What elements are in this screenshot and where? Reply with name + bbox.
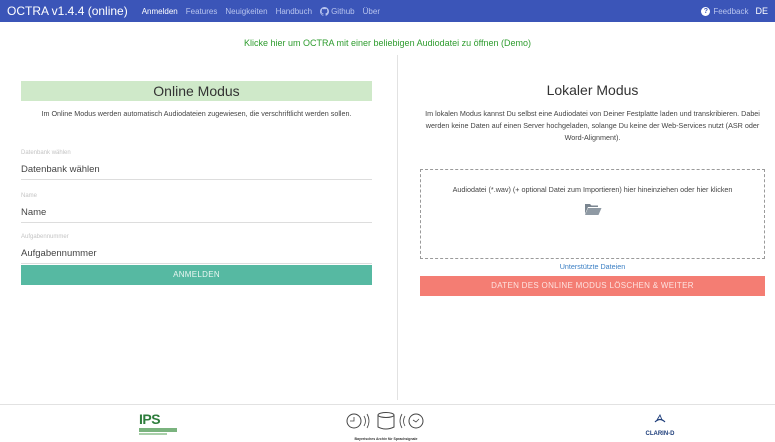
nav-item-anmelden[interactable]: Anmelden <box>142 7 178 16</box>
task-number-input[interactable]: Aufgabennummer <box>21 242 372 264</box>
language-selector[interactable]: DE <box>755 6 768 16</box>
demo-link[interactable]: Klicke hier um OCTRA mit einer beliebige… <box>0 38 775 48</box>
task-number-field[interactable]: Aufgabennummer Aufgabennummer <box>21 234 372 264</box>
name-field-label: Name <box>21 193 38 199</box>
online-mode-title: Online Modus <box>21 81 372 101</box>
nav-item-handbuch[interactable]: Handbuch <box>276 7 312 16</box>
app-brand[interactable]: OCTRA v1.4.4 (online) <box>7 4 128 18</box>
clarin-logo: CLARIN-D <box>640 412 680 440</box>
feedback-label: Feedback <box>713 6 749 16</box>
supported-files-link[interactable]: Unterstützte Dateien <box>420 262 765 271</box>
feedback-link[interactable]: ? Feedback <box>701 6 749 16</box>
local-mode-title: Lokaler Modus <box>546 82 639 98</box>
nav-item-features[interactable]: Features <box>186 7 218 16</box>
database-field-label: Datenbank wählen <box>21 150 71 156</box>
database-field[interactable]: Datenbank wählen Datenbank wählen <box>21 150 372 180</box>
database-select[interactable]: Datenbank wählen <box>21 158 372 180</box>
name-input[interactable]: Name <box>21 201 372 223</box>
name-field[interactable]: Name Name <box>21 193 372 223</box>
question-circle-icon: ? <box>701 6 711 16</box>
bas-logo-graphic <box>346 412 424 430</box>
login-button[interactable]: ANMELDEN <box>21 265 372 285</box>
clarin-logo-graphic <box>654 413 666 423</box>
ips-logo: IPS <box>139 412 179 438</box>
folder-open-icon <box>584 202 602 221</box>
bas-logo: Bayerisches Archiv für Sprachsignale <box>340 410 432 441</box>
footer-divider <box>0 404 775 405</box>
nav-item-ueber[interactable]: Über <box>363 7 380 16</box>
audio-dropzone[interactable]: Audiodatei (*.wav) (+ optional Datei zum… <box>420 169 765 259</box>
task-number-field-label: Aufgabennummer <box>21 234 69 240</box>
nav-item-neuigkeiten[interactable]: Neuigkeiten <box>225 7 267 16</box>
nav-item-github[interactable]: Github <box>320 6 355 16</box>
github-icon <box>320 6 330 16</box>
top-navbar: OCTRA v1.4.4 (online) Anmelden Features … <box>0 0 775 22</box>
bas-caption: Bayerisches Archiv für Sprachsignale <box>354 437 418 441</box>
local-mode-description: Im lokalen Modus kannst Du selbst eine A… <box>425 109 760 142</box>
delete-online-data-button[interactable]: DATEN DES ONLINE MODUS LÖSCHEN & WEITER <box>420 276 765 296</box>
column-divider <box>397 55 398 400</box>
nav-item-github-label: Github <box>331 6 355 16</box>
online-mode-description: Im Online Modus werden automatisch Audio… <box>41 109 352 118</box>
dropzone-text: Audiodatei (*.wav) (+ optional Datei zum… <box>452 185 733 194</box>
